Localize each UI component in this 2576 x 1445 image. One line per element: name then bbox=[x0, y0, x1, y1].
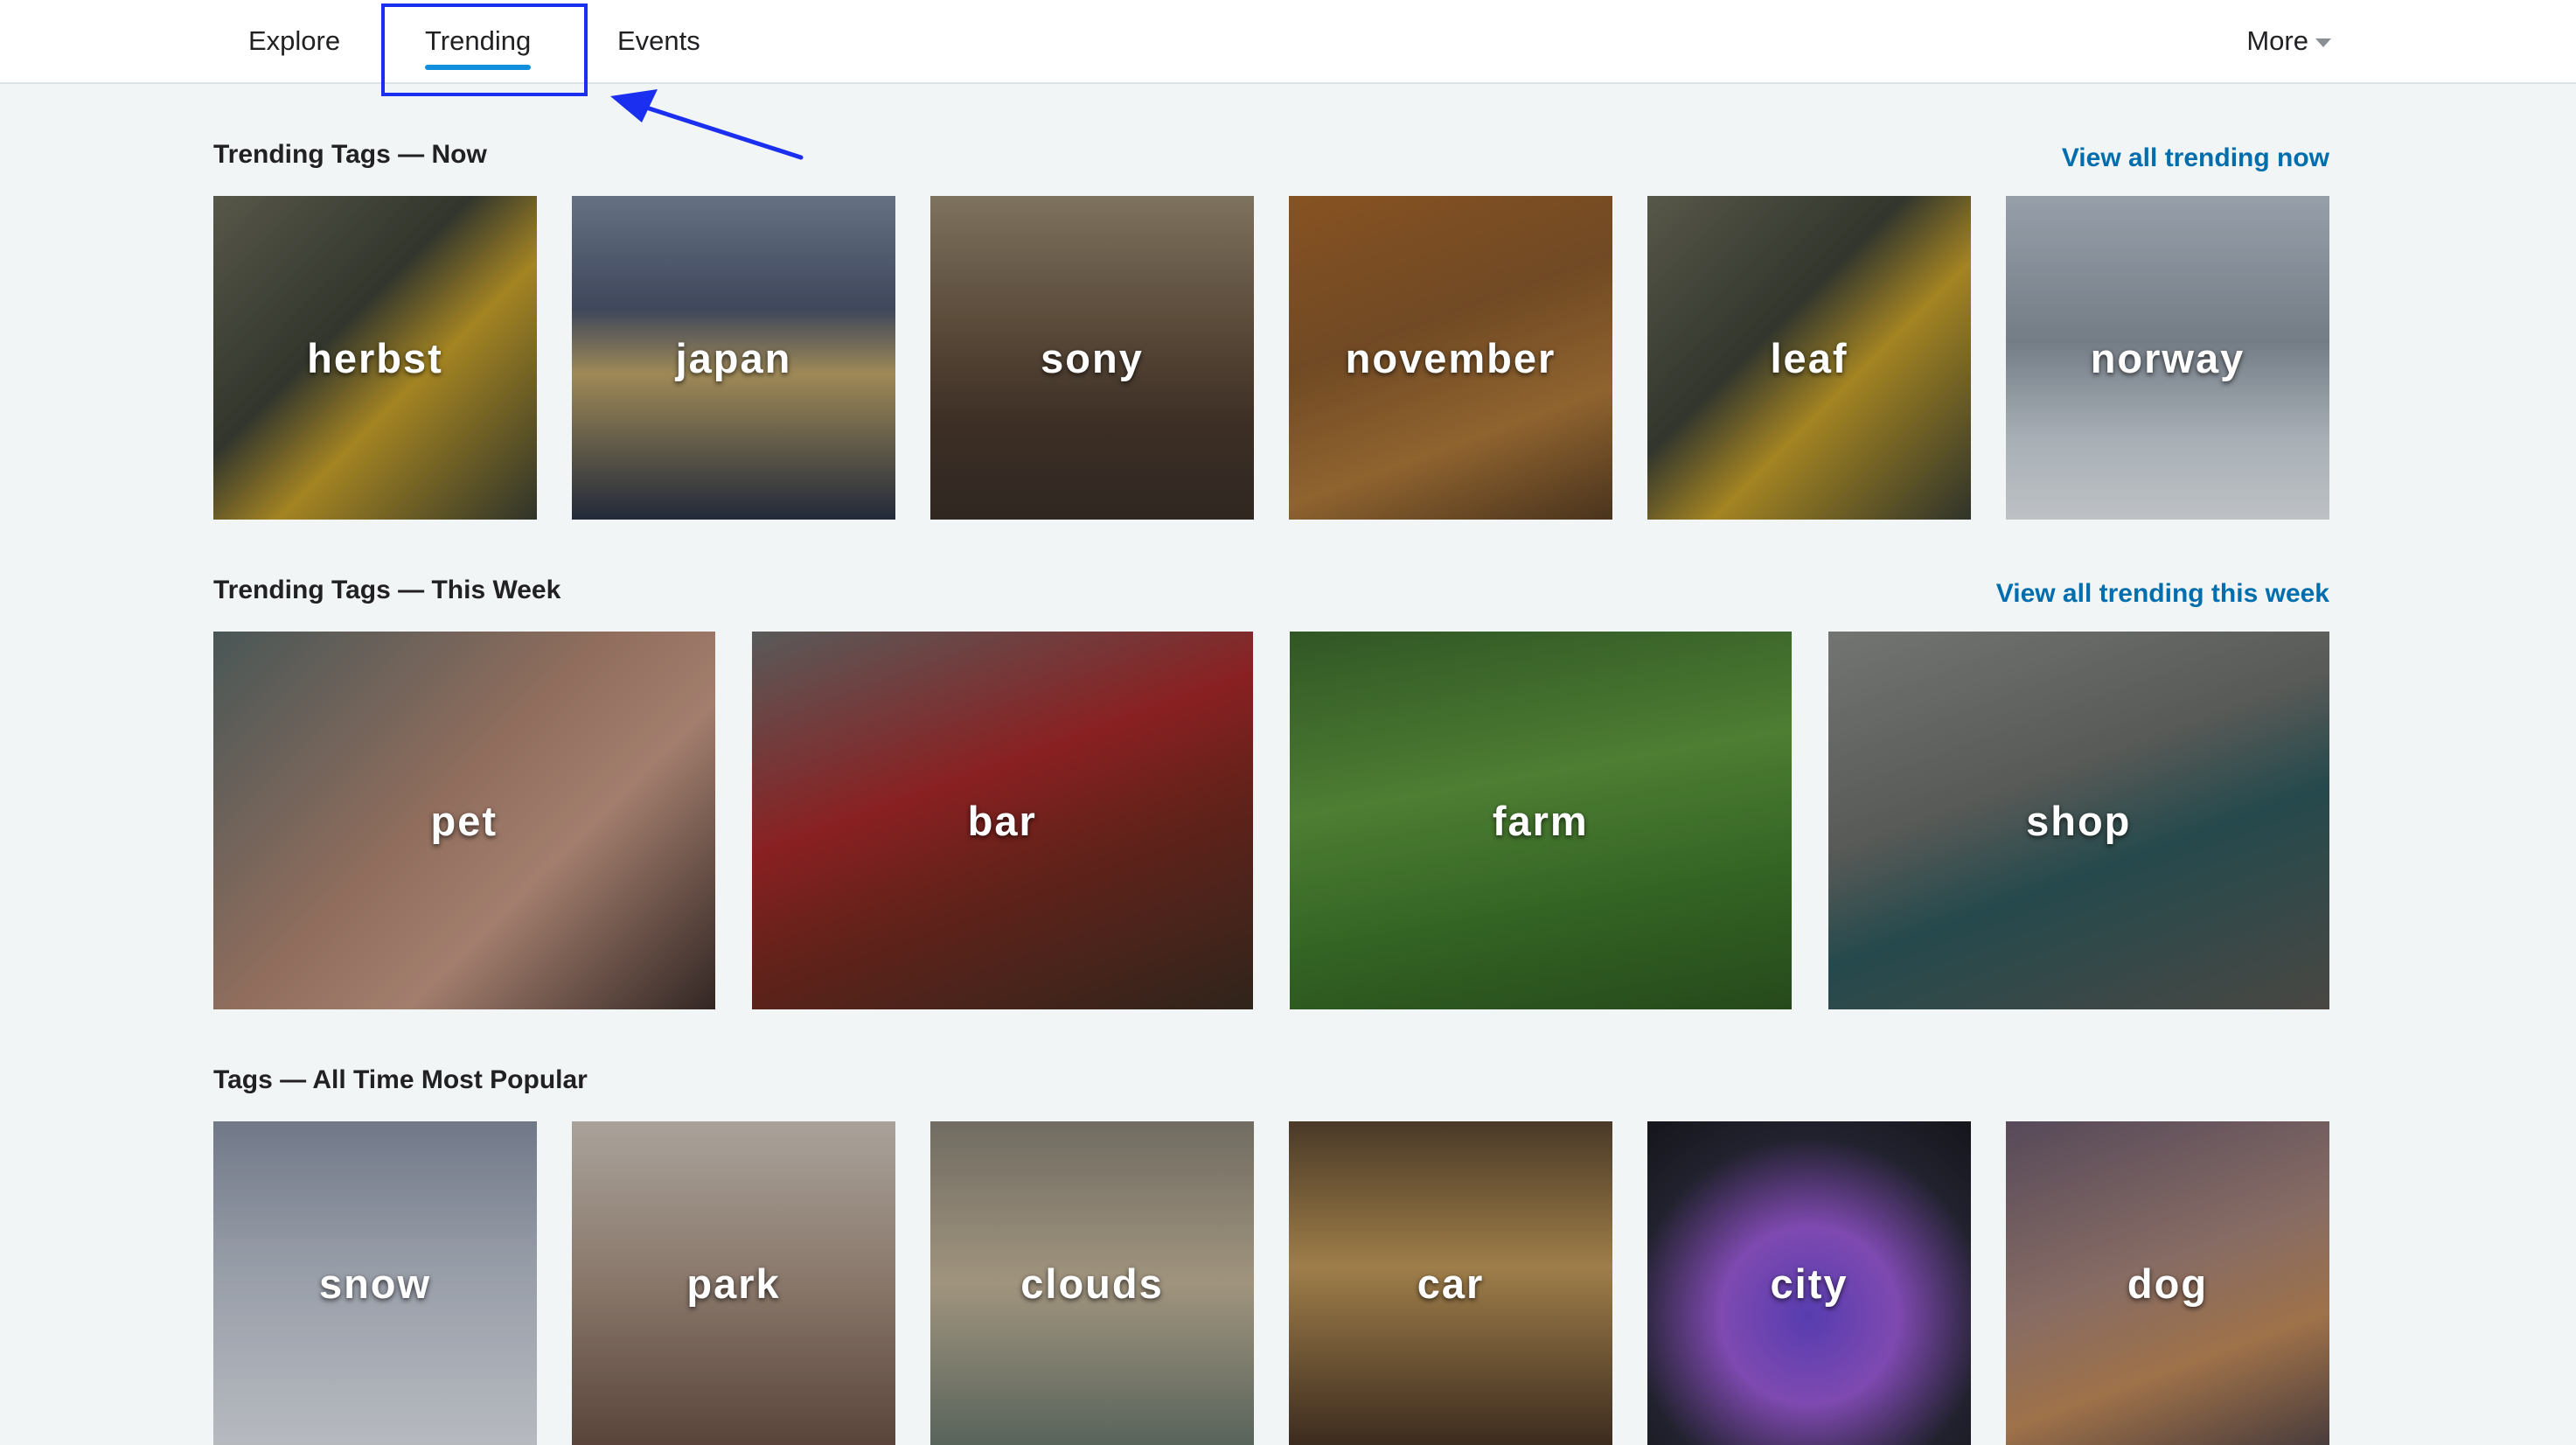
tag-label: norway bbox=[2090, 334, 2245, 381]
tag-tile[interactable]: shop bbox=[1828, 632, 2329, 1009]
tag-tile[interactable]: car bbox=[1289, 1121, 1612, 1445]
tag-label: sony bbox=[1041, 334, 1144, 381]
tag-tile[interactable]: leaf bbox=[1647, 196, 1971, 520]
tag-tile[interactable]: japan bbox=[572, 196, 895, 520]
tag-tile[interactable]: norway bbox=[2006, 196, 2329, 520]
tag-label: shop bbox=[2026, 797, 2132, 844]
section-title-now: Trending Tags — Now bbox=[213, 140, 487, 169]
tag-tile[interactable]: bar bbox=[751, 632, 1253, 1009]
tag-label: november bbox=[1345, 334, 1556, 381]
highlight-box bbox=[381, 3, 588, 96]
tag-label: city bbox=[1770, 1260, 1848, 1307]
tag-tile[interactable]: farm bbox=[1290, 632, 1792, 1009]
more-menu[interactable]: More bbox=[2246, 0, 2331, 82]
tag-tile[interactable]: snow bbox=[213, 1121, 537, 1445]
annotation-arrow-icon bbox=[610, 89, 804, 160]
tag-label: leaf bbox=[1770, 334, 1848, 381]
now-tags-row: herbst japan sony november leaf norway bbox=[213, 196, 2329, 520]
view-all-trending-week-link[interactable]: View all trending this week bbox=[1996, 579, 2329, 609]
tag-label: clouds bbox=[1020, 1260, 1164, 1307]
tag-label: bar bbox=[967, 797, 1037, 844]
week-tags-row: pet bar farm shop bbox=[213, 632, 2329, 1009]
more-label: More bbox=[2246, 25, 2308, 56]
tab-events[interactable]: Events bbox=[617, 0, 700, 82]
tag-tile[interactable]: sony bbox=[930, 196, 1254, 520]
tag-label: car bbox=[1417, 1260, 1485, 1307]
tag-label: farm bbox=[1492, 797, 1589, 844]
tag-tile[interactable]: park bbox=[572, 1121, 895, 1445]
tag-label: park bbox=[686, 1260, 781, 1307]
tag-label: snow bbox=[318, 1260, 432, 1307]
tag-tile[interactable]: dog bbox=[2006, 1121, 2329, 1445]
tag-label: pet bbox=[430, 797, 498, 844]
tag-label: japan bbox=[675, 334, 792, 381]
tag-tile[interactable]: city bbox=[1647, 1121, 1971, 1445]
tab-explore[interactable]: Explore bbox=[248, 0, 340, 82]
tag-label: herbst bbox=[307, 334, 443, 381]
tag-tile[interactable]: november bbox=[1289, 196, 1612, 520]
tag-tile[interactable]: clouds bbox=[930, 1121, 1254, 1445]
view-all-trending-now-link[interactable]: View all trending now bbox=[2062, 143, 2329, 173]
alltime-tags-row: snow park clouds car city dog bbox=[213, 1121, 2329, 1445]
section-title-week: Trending Tags — This Week bbox=[213, 576, 561, 604]
tag-label: dog bbox=[2127, 1260, 2209, 1307]
tag-tile[interactable]: herbst bbox=[213, 196, 537, 520]
tag-tile[interactable]: pet bbox=[213, 632, 715, 1009]
section-title-alltime: Tags — All Time Most Popular bbox=[213, 1065, 588, 1094]
chevron-down-icon bbox=[2315, 38, 2331, 47]
